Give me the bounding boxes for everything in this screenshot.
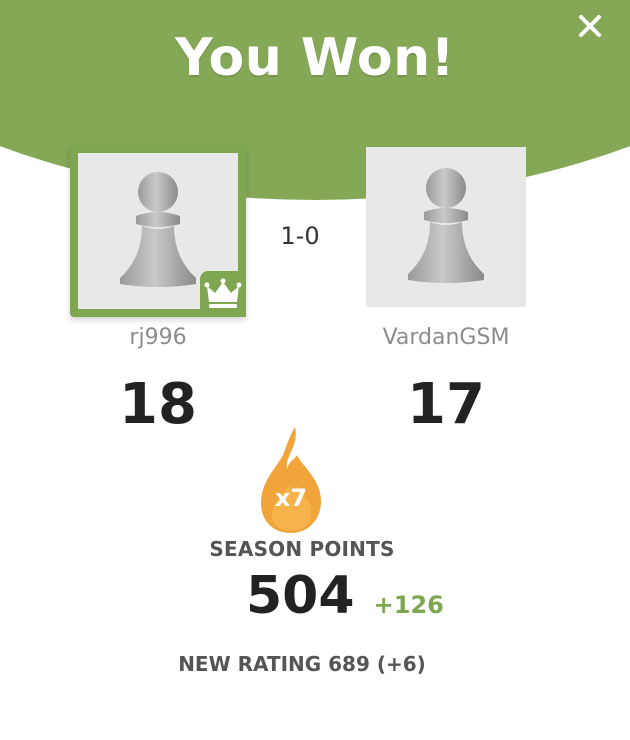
crown-icon: [204, 278, 242, 308]
season-points-delta: +126: [373, 591, 444, 619]
pawn-icon: [408, 168, 484, 283]
season-points-label: SEASON POINTS: [209, 537, 395, 561]
game-over-modal: You Won! 1-0 rj996 VardanGSM 18 17 x7 SE…: [0, 0, 630, 740]
new-rating: NEW RATING 689 (+6): [178, 652, 426, 676]
player-username-opponent[interactable]: VardanGSM: [346, 325, 546, 350]
player-stat-winner: 18: [119, 372, 197, 437]
flame-icon: [261, 427, 321, 533]
close-button[interactable]: [572, 8, 608, 44]
winner-badge: [200, 271, 246, 317]
game-score: 1-0: [280, 222, 320, 250]
player-stat-opponent: 17: [407, 372, 485, 437]
season-points-value: 504: [246, 566, 355, 626]
streak-multiplier: x7: [274, 484, 308, 512]
season-points-row: 504 +126: [246, 566, 444, 630]
close-icon: [579, 15, 601, 37]
player-avatar-opponent[interactable]: [366, 147, 526, 307]
player-avatar-winner[interactable]: [70, 145, 246, 317]
player-username-winner[interactable]: rj996: [78, 325, 238, 350]
result-title: You Won!: [175, 28, 455, 88]
